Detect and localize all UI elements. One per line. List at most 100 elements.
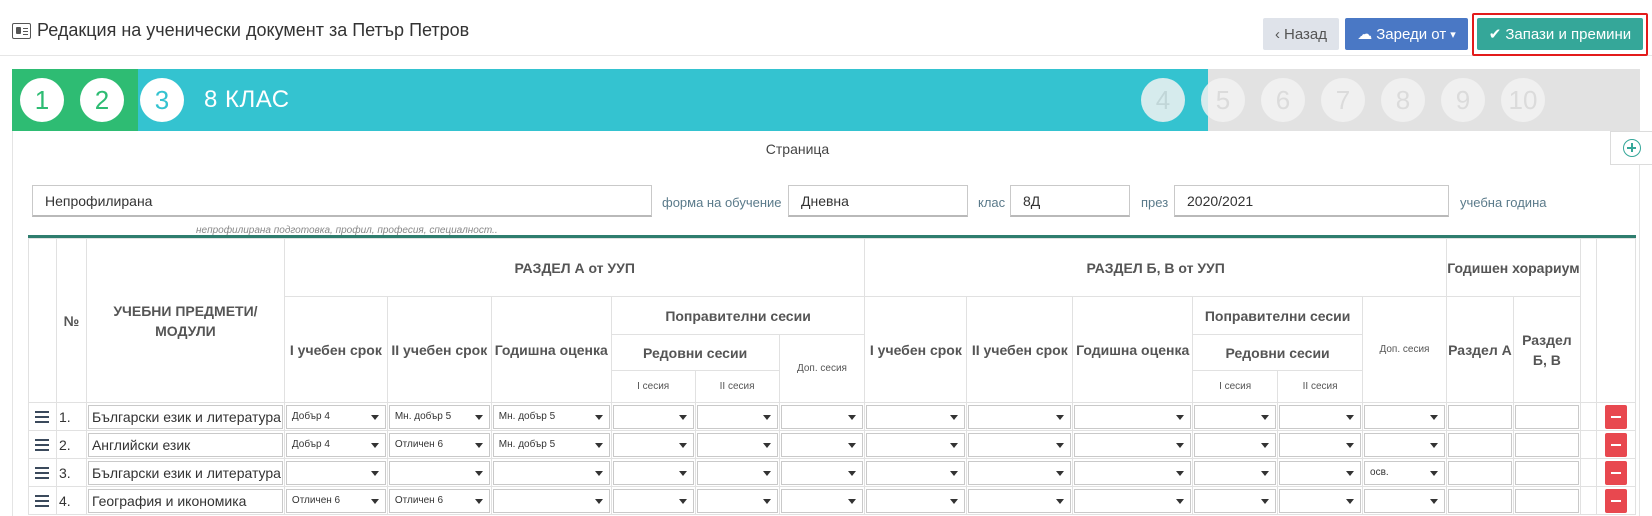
a-annual-select[interactable]: Мн. добър 5 (492, 432, 610, 457)
hours-b-input[interactable] (1514, 460, 1579, 485)
delete-row-button[interactable] (1604, 404, 1627, 429)
a-session2-select[interactable] (696, 432, 778, 457)
step-10[interactable]: 10 (1501, 78, 1545, 122)
step-3[interactable]: 3 (140, 78, 184, 122)
hours-a-input[interactable] (1447, 404, 1512, 429)
step-4[interactable]: 4 (1141, 78, 1185, 122)
a-session2-select[interactable] (696, 488, 778, 513)
check-icon: ✔ (1488, 26, 1502, 43)
spacer-header (1579, 238, 1597, 403)
b-term2-header: II учебен срок (966, 296, 1074, 403)
b-annual-select[interactable] (1074, 432, 1192, 457)
delete-row-button[interactable] (1604, 488, 1627, 513)
a-term2-select[interactable]: Мн. добър 5 (388, 404, 490, 429)
a-session2-select[interactable] (696, 460, 778, 485)
annual-hours-header: Годишен хорариум (1445, 238, 1581, 297)
b-session2-select[interactable] (1279, 488, 1362, 513)
subject-input[interactable]: Английски език (87, 432, 283, 457)
grades-table: № УЧЕБНИ ПРЕДМЕТИ/ МОДУЛИ РАЗДЕЛ А от УУ… (28, 235, 1637, 515)
b-annual-select[interactable] (1074, 488, 1192, 513)
b-term1-select[interactable] (866, 488, 966, 513)
handle-header (28, 238, 57, 403)
hours-b-header: Раздел Б, В (1512, 296, 1581, 403)
b-term2-select[interactable] (968, 432, 1072, 457)
b-term1-select[interactable] (866, 460, 966, 485)
b-extra-select[interactable]: осв. (1364, 460, 1445, 485)
form-of-study-field[interactable]: Дневна (788, 185, 968, 217)
back-button[interactable]: ‹ Назад (1263, 18, 1339, 50)
a-extra-select[interactable] (780, 432, 864, 457)
b-term2-select[interactable] (968, 404, 1072, 429)
a-term2-select[interactable] (388, 460, 490, 485)
a-extra-select[interactable] (780, 404, 864, 429)
step-5[interactable]: 5 (1201, 78, 1245, 122)
a-annual-select[interactable] (492, 460, 610, 485)
b-session2-header: II сесия (1277, 370, 1364, 403)
class-field[interactable]: 8Д (1010, 185, 1130, 217)
a-session1-select[interactable] (612, 404, 694, 429)
year-suffix-label: учебна година (1460, 195, 1547, 210)
b-session2-select[interactable] (1279, 404, 1362, 429)
a-annual-select[interactable]: Мн. добър 5 (492, 404, 610, 429)
b-term2-select[interactable] (968, 488, 1072, 513)
b-session1-select[interactable] (1194, 404, 1277, 429)
a-term1-select[interactable]: Добър 4 (285, 404, 386, 429)
hours-a-input[interactable] (1447, 488, 1512, 513)
load-from-button[interactable]: ☁ Зареди от ▾ (1345, 18, 1468, 50)
b-session1-select[interactable] (1194, 488, 1277, 513)
step-1[interactable]: 1 (20, 78, 64, 122)
a-term1-select[interactable] (285, 460, 386, 485)
b-term1-select[interactable] (866, 432, 966, 457)
b-session1-select[interactable] (1194, 432, 1277, 457)
hours-a-input[interactable] (1447, 460, 1512, 485)
a-extra-select[interactable] (780, 488, 864, 513)
hours-b-input[interactable] (1514, 488, 1579, 513)
hours-a-header: Раздел А (1445, 296, 1514, 403)
a-session1-select[interactable] (612, 432, 694, 457)
b-term2-select[interactable] (968, 460, 1072, 485)
delete-row-button[interactable] (1604, 432, 1627, 457)
a-session1-select[interactable] (612, 488, 694, 513)
section-a-header: РАЗДЕЛ А от УУП (283, 238, 866, 297)
subject-input[interactable]: Български език и литература (87, 460, 283, 485)
profile-field[interactable]: Непрофилирана (32, 185, 652, 217)
subject-input[interactable]: География и икономика (87, 488, 283, 513)
b-annual-select[interactable] (1074, 460, 1192, 485)
a-session2-select[interactable] (696, 404, 778, 429)
b-session1-select[interactable] (1194, 460, 1277, 485)
save-and-continue-button[interactable]: ✔ Запази и премини (1477, 18, 1643, 50)
b-session2-select[interactable] (1279, 460, 1362, 485)
table-row: 3. Български език и литература осв. (28, 458, 1637, 487)
a-term2-select[interactable]: Отличен 6 (388, 432, 490, 457)
b-extra-select[interactable] (1364, 432, 1445, 457)
hours-b-input[interactable] (1514, 404, 1579, 429)
b-extra-select[interactable] (1364, 404, 1445, 429)
add-page-tab[interactable] (1610, 131, 1652, 165)
b-session2-select[interactable] (1279, 432, 1362, 457)
a-term2-select[interactable]: Отличен 6 (388, 488, 490, 513)
school-year-field[interactable]: 2020/2021 (1174, 185, 1449, 217)
a-corrective-header: Поправителни сесии (610, 296, 866, 335)
drag-handle-icon[interactable] (35, 438, 50, 451)
b-term1-select[interactable] (866, 404, 966, 429)
step-2[interactable]: 2 (80, 78, 124, 122)
hours-b-input[interactable] (1514, 432, 1579, 457)
a-annual-select[interactable] (492, 488, 610, 513)
a-term1-header: I учебен срок (283, 296, 388, 403)
step-9[interactable]: 9 (1441, 78, 1485, 122)
step-7[interactable]: 7 (1321, 78, 1365, 122)
a-term1-select[interactable]: Отличен 6 (285, 488, 386, 513)
step-8[interactable]: 8 (1381, 78, 1425, 122)
step-6[interactable]: 6 (1261, 78, 1305, 122)
a-term1-select[interactable]: Добър 4 (285, 432, 386, 457)
drag-handle-icon[interactable] (35, 466, 50, 479)
drag-handle-icon[interactable] (35, 494, 50, 507)
a-session1-select[interactable] (612, 460, 694, 485)
delete-row-button[interactable] (1604, 460, 1627, 485)
subject-input[interactable]: Български език и литература (87, 404, 283, 429)
b-extra-select[interactable] (1364, 488, 1445, 513)
drag-handle-icon[interactable] (35, 410, 50, 423)
hours-a-input[interactable] (1447, 432, 1512, 457)
a-extra-select[interactable] (780, 460, 864, 485)
b-annual-select[interactable] (1074, 404, 1192, 429)
